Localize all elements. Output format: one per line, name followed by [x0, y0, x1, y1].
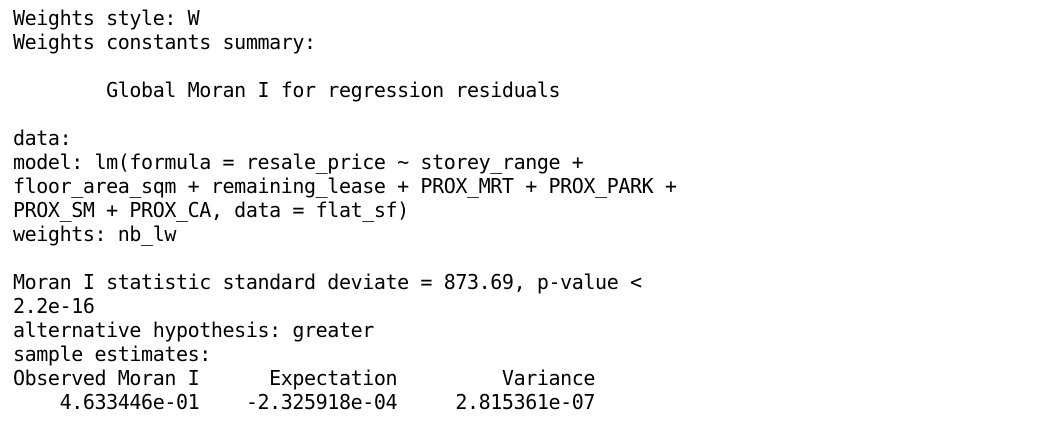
p-value-line: 2.2e-16 [13, 294, 95, 318]
statistic-line: Moran I statistic standard deviate = 873… [13, 270, 642, 294]
model-line-3: PROX_SM + PROX_CA, data = flat_sf) [13, 198, 409, 222]
console-output: Weights style: W Weights constants summa… [0, 0, 1054, 434]
estimates-header-line: Observed Moran I Expectation Variance [13, 366, 596, 390]
weights-constants-line: Weights constants summary: [13, 30, 316, 54]
weights-line: weights: nb_lw [13, 222, 176, 246]
weights-style-line: Weights style: W [13, 6, 200, 30]
estimates-values-line: 4.633446e-01 -2.325918e-04 2.815361e-07 [13, 390, 596, 414]
model-line-2: floor_area_sqm + remaining_lease + PROX_… [13, 174, 677, 198]
data-line: data: [13, 126, 72, 150]
sample-estimates-line: sample estimates: [13, 342, 211, 366]
alternative-hypothesis-line: alternative hypothesis: greater [13, 318, 374, 342]
model-line-1: model: lm(formula = resale_price ~ store… [13, 150, 584, 174]
test-title: Global Moran I for regression residuals [13, 78, 561, 102]
